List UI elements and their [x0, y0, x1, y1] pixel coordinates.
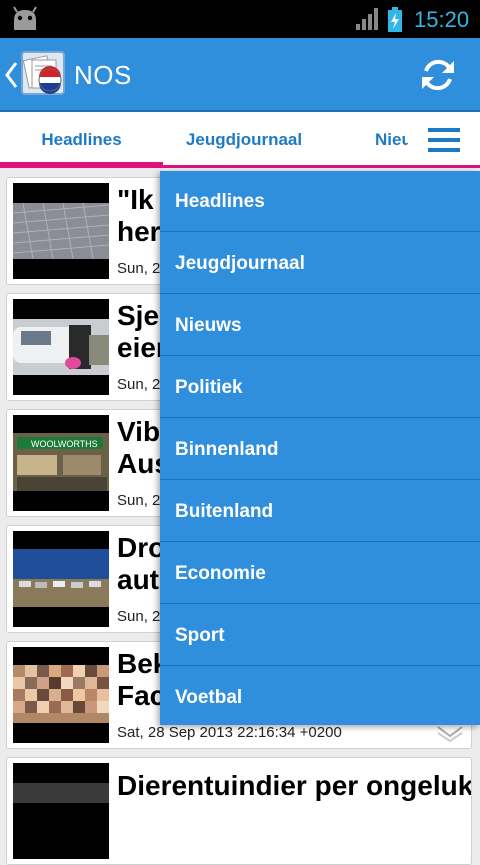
menu-item-buitenland[interactable]: Buitenland	[160, 481, 480, 542]
android-icon	[13, 6, 37, 30]
menu-item-nieuws[interactable]: Nieuws	[160, 295, 480, 356]
refresh-icon[interactable]	[418, 55, 458, 95]
menu-item-binnenland[interactable]: Binnenland	[160, 419, 480, 480]
menu-item-headlines[interactable]: Headlines	[160, 171, 480, 232]
menu-item-sport[interactable]: Sport	[160, 605, 480, 666]
news-date: Sun, 2	[117, 376, 161, 393]
news-headline: Dierentuindier per ongeluk	[117, 770, 472, 801]
back-icon[interactable]	[4, 60, 18, 90]
menu-item-economie[interactable]: Economie	[160, 543, 480, 604]
signal-icon	[356, 8, 378, 30]
tab-bar: Headlines Jeugdjournaal Nieu	[0, 112, 480, 168]
battery-charging-icon	[388, 7, 402, 32]
clock: 15:20	[414, 7, 470, 32]
news-thumbnail	[13, 183, 109, 279]
menu-icon[interactable]	[428, 128, 460, 152]
news-date: Sun, 2	[117, 608, 161, 625]
app-logo-icon[interactable]	[20, 50, 66, 96]
news-thumbnail	[13, 299, 109, 395]
news-thumbnail	[13, 763, 109, 859]
section-dropdown-menu: Headlines Jeugdjournaal Nieuws Politiek …	[160, 171, 480, 725]
news-thumbnail: WOOLWORTHS	[13, 415, 109, 511]
news-thumbnail	[13, 647, 109, 743]
menu-item-voetbal[interactable]: Voetbal	[160, 667, 480, 728]
tab-jeugdjournaal[interactable]: Jeugdjournaal	[163, 112, 325, 165]
news-date: Sun, 2	[117, 492, 161, 509]
tab-headlines[interactable]: Headlines	[0, 112, 163, 165]
news-thumbnail	[13, 531, 109, 627]
action-bar: NOS	[0, 38, 480, 112]
svg-text:WOOLWORTHS: WOOLWORTHS	[31, 439, 98, 449]
menu-item-politiek[interactable]: Politiek	[160, 357, 480, 418]
app-title: NOS	[74, 60, 132, 90]
news-item[interactable]: Dierentuindier per ongeluk	[6, 757, 472, 865]
status-bar: 15:20	[0, 0, 480, 38]
menu-item-jeugdjournaal[interactable]: Jeugdjournaal	[160, 233, 480, 294]
news-date: Sun, 2	[117, 260, 161, 277]
